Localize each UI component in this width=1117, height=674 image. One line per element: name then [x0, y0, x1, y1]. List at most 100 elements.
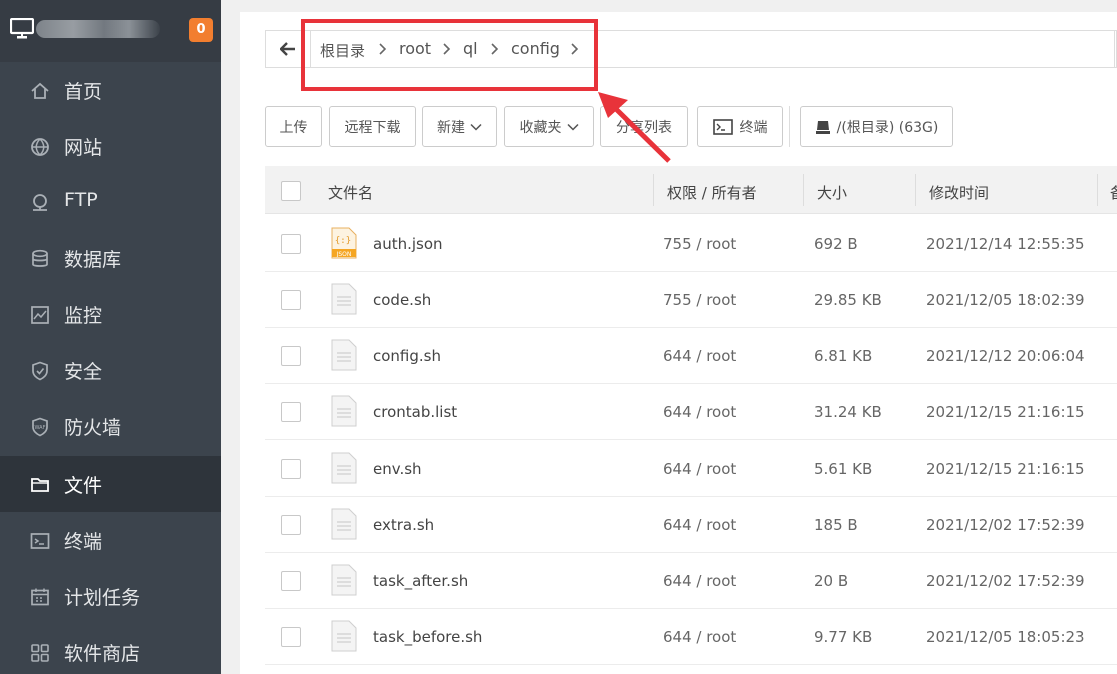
remote-download-label: 远程下载 [344, 119, 401, 136]
file-name[interactable]: task_before.sh [373, 628, 482, 646]
file-icon [331, 508, 357, 540]
file-permission[interactable]: 644 / root [663, 628, 736, 646]
sidebar-item-label: 软件商店 [64, 643, 141, 665]
disk-icon [815, 120, 830, 134]
sidebar-item-ftp[interactable]: FTP [0, 174, 221, 230]
row-checkbox[interactable] [281, 346, 301, 366]
svg-text:{:}: {:} [335, 236, 351, 246]
terminal-button[interactable]: 终端 [697, 106, 783, 147]
file-permission[interactable]: 644 / root [663, 347, 736, 365]
favorites-label: 收藏夹 [519, 119, 562, 136]
file-permission[interactable]: 644 / root [663, 460, 736, 478]
table-row[interactable]: code.sh 755 / root 29.85 KB 2021/12/05 1… [265, 272, 1117, 328]
table-row[interactable]: task_after.sh 644 / root 20 B 2021/12/02… [265, 553, 1117, 609]
file-name[interactable]: crontab.list [373, 403, 457, 421]
sidebar-item-label: 首页 [64, 81, 103, 103]
globe-icon [31, 138, 49, 157]
file-name[interactable]: extra.sh [373, 516, 434, 534]
file-icon [331, 620, 357, 652]
row-checkbox[interactable] [281, 402, 301, 422]
file-permission[interactable]: 755 / root [663, 235, 736, 253]
file-permission[interactable]: 755 / root [663, 291, 736, 309]
file-name[interactable]: config.sh [373, 347, 441, 365]
file-name[interactable]: code.sh [373, 291, 431, 309]
file-mtime: 2021/12/05 18:02:39 [926, 291, 1085, 309]
column-divider [653, 174, 654, 206]
svg-text:WAF: WAF [35, 425, 46, 431]
table-row[interactable]: crontab.list 644 / root 31.24 KB 2021/12… [265, 384, 1117, 440]
notification-badge[interactable]: 0 [189, 18, 213, 42]
file-size: 20 B [814, 572, 849, 590]
sidebar-item-label: 文件 [64, 475, 103, 497]
file-name[interactable]: task_after.sh [373, 572, 468, 590]
column-divider [915, 174, 916, 206]
sidebar-item-security[interactable]: 安全 [0, 342, 221, 398]
file-name[interactable]: env.sh [373, 460, 422, 478]
sidebar-item-home[interactable]: 首页 [0, 62, 221, 118]
file-size: 5.61 KB [814, 460, 873, 478]
header-mtime[interactable]: 修改时间 [929, 182, 989, 203]
row-checkbox[interactable] [281, 515, 301, 535]
row-checkbox[interactable] [281, 627, 301, 647]
file-mtime: 2021/12/15 21:16:15 [926, 460, 1085, 478]
toolbar-divider [789, 106, 790, 147]
sidebar-item-cron[interactable]: 计划任务 [0, 568, 221, 624]
table-row[interactable]: {:} JSON auth.json 755 / root 692 B 2021… [265, 216, 1117, 272]
row-checkbox[interactable] [281, 290, 301, 310]
file-mtime: 2021/12/02 17:52:39 [926, 516, 1085, 534]
file-size: 29.85 KB [814, 291, 882, 309]
sidebar-item-terminal[interactable]: 终端 [0, 512, 221, 568]
table-row[interactable]: env.sh 644 / root 5.61 KB 2021/12/15 21:… [265, 441, 1117, 497]
apps-grid-icon [31, 644, 49, 662]
sidebar-item-app-store[interactable]: 软件商店 [0, 624, 221, 674]
monitor-chart-icon [31, 306, 49, 324]
sidebar-item-label: 计划任务 [64, 587, 141, 609]
file-icon [331, 283, 357, 315]
select-all-checkbox[interactable] [281, 181, 301, 201]
sidebar-item-label: 防火墙 [64, 417, 122, 439]
file-permission[interactable]: 644 / root [663, 516, 736, 534]
header-size[interactable]: 大小 [817, 182, 847, 203]
sidebar-item-website[interactable]: 网站 [0, 118, 221, 174]
file-size: 9.77 KB [814, 628, 873, 646]
file-mtime: 2021/12/14 12:55:35 [926, 235, 1085, 253]
upload-button[interactable]: 上传 [265, 106, 322, 147]
file-size: 692 B [814, 235, 858, 253]
row-checkbox[interactable] [281, 459, 301, 479]
sidebar-item-monitor[interactable]: 监控 [0, 286, 221, 342]
file-mtime: 2021/12/02 17:52:39 [926, 572, 1085, 590]
arrow-left-icon [280, 42, 295, 56]
sidebar-item-files[interactable]: 文件 [0, 456, 221, 512]
disk-label: /(根目录) (63G) [836, 119, 939, 136]
json-file-icon: {:} JSON [331, 227, 357, 259]
sidebar-item-database[interactable]: 数据库 [0, 230, 221, 286]
file-name[interactable]: auth.json [373, 235, 443, 253]
row-checkbox[interactable] [281, 234, 301, 254]
file-permission[interactable]: 644 / root [663, 403, 736, 421]
table-row[interactable]: task_before.sh 644 / root 9.77 KB 2021/1… [265, 609, 1117, 665]
row-checkbox[interactable] [281, 571, 301, 591]
file-icon [331, 564, 357, 596]
sidebar-item-firewall[interactable]: WAF 防火墙 [0, 398, 221, 454]
folder-icon [31, 478, 49, 492]
file-icon [331, 452, 357, 484]
new-dropdown-button[interactable]: 新建 [422, 106, 497, 147]
svg-text:JSON: JSON [336, 251, 352, 258]
waf-shield-icon: WAF [32, 417, 48, 437]
header-permission[interactable]: 权限 / 所有者 [667, 182, 757, 203]
disk-button[interactable]: /(根目录) (63G) [800, 106, 953, 147]
header-filename[interactable]: 文件名 [328, 182, 373, 203]
file-permission[interactable]: 644 / root [663, 572, 736, 590]
column-divider [803, 174, 804, 206]
ftp-icon [33, 194, 47, 211]
remote-download-button[interactable]: 远程下载 [329, 106, 416, 147]
annotation-highlight-box [301, 19, 598, 91]
table-row[interactable]: config.sh 644 / root 6.81 KB 2021/12/12 … [265, 328, 1117, 384]
favorites-dropdown-button[interactable]: 收藏夹 [504, 106, 594, 147]
shield-icon [32, 361, 48, 381]
server-monitor-icon [10, 18, 34, 39]
table-row[interactable]: extra.sh 644 / root 185 B 2021/12/02 17:… [265, 497, 1117, 553]
upload-label: 上传 [279, 119, 308, 136]
file-size: 31.24 KB [814, 403, 882, 421]
new-label: 新建 [437, 119, 465, 136]
